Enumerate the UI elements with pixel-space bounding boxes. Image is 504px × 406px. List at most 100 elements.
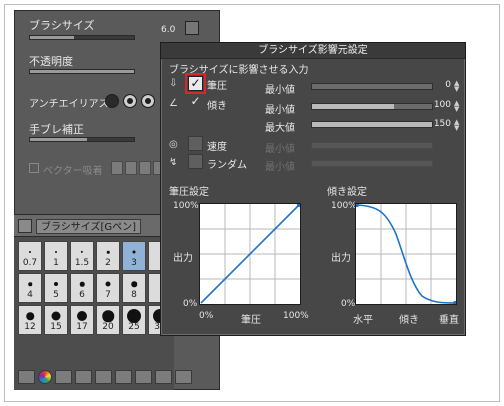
max-value[interactable]: 150 — [427, 119, 451, 129]
size-grid: 0.711.52345678121517202530 — [18, 241, 174, 335]
toolbar-button-7[interactable] — [155, 370, 172, 384]
snap-option-2[interactable] — [125, 161, 137, 175]
max-label: 最大値 — [265, 123, 295, 134]
palette-menu-icon[interactable] — [18, 219, 32, 233]
brush-size-value-label: 8 — [131, 290, 137, 300]
toolbar-button-1[interactable] — [18, 370, 35, 384]
pressure-icon: ⇩ — [169, 78, 178, 89]
min-label-2: 最小値 — [265, 105, 295, 116]
brush-size-value-label: 15 — [50, 322, 62, 332]
tilt-curve-graph[interactable] — [355, 203, 457, 305]
speed-label: 速度 — [207, 142, 227, 153]
brush-size-dot — [80, 250, 84, 254]
tilt-label: 傾き — [207, 101, 227, 112]
random-min-slider[interactable] — [311, 160, 433, 167]
brush-size-value-label: 20 — [102, 322, 114, 332]
brush-size-cell[interactable]: 12 — [18, 305, 42, 335]
tilt-curve-point-start — [356, 204, 359, 207]
min-value-2[interactable]: 100 — [427, 100, 451, 110]
tilt-graph-ylabel: 出力 — [331, 253, 351, 264]
brush-size-value-label: 3 — [131, 258, 137, 268]
random-checkbox[interactable] — [188, 154, 203, 169]
brush-size-cell[interactable]: 2 — [96, 241, 120, 271]
bottom-toolbar — [18, 370, 218, 386]
toolbar-button-5[interactable] — [115, 370, 132, 384]
opacity-slider[interactable] — [29, 69, 135, 74]
spinner-3[interactable]: ▲ ▼ — [454, 119, 459, 132]
brush-size-slider[interactable] — [29, 35, 135, 40]
brush-size-value-label: 2 — [105, 258, 111, 268]
toolbar-button-4[interactable] — [95, 370, 112, 384]
toolbar-button-6[interactable] — [135, 370, 152, 384]
brush-size-cell[interactable]: 5 — [44, 273, 68, 303]
brush-size-cell[interactable]: 1 — [44, 241, 68, 271]
brush-size-dot — [127, 309, 141, 323]
brush-size-cell[interactable]: 15 — [44, 305, 68, 335]
brush-size-dot — [26, 312, 34, 320]
brush-size-cell[interactable]: 25 — [122, 305, 146, 335]
toolbar-button-3[interactable] — [75, 370, 92, 384]
vector-snap-checkbox[interactable] — [29, 163, 39, 173]
pressure-graph-title: 筆圧設定 — [169, 187, 209, 198]
speed-checkbox[interactable] — [188, 136, 203, 151]
tilt-checkbox[interactable]: ✓ — [188, 95, 203, 110]
tilt-graph-xright: 垂直 — [439, 315, 459, 326]
pressure-curve-graph[interactable] — [199, 203, 301, 305]
dialog-title: ブラシサイズ影響元設定 — [161, 43, 465, 59]
brush-size-dot — [79, 281, 85, 287]
brush-size-dot — [55, 251, 57, 253]
snap-option-3[interactable] — [139, 161, 151, 175]
brush-size-cell[interactable]: 17 — [70, 305, 94, 335]
pressure-graph-xright: 100% — [283, 311, 309, 321]
tilt-graph-ytop: 100% — [331, 201, 357, 211]
brush-size-dot — [102, 310, 114, 322]
tilt-max-slider[interactable] — [311, 121, 433, 128]
tilt-graph-xmid: 傾き — [399, 315, 419, 326]
spinner-1[interactable]: ▲ ▼ — [454, 80, 459, 93]
palette-tab[interactable]: ブラシサイズ[Gペン] — [36, 219, 142, 234]
pressure-graph-ybottom: 0% — [183, 299, 198, 309]
pressure-graph-ylabel: 出力 — [173, 253, 193, 264]
brush-size-value-label: 6 — [79, 290, 85, 300]
color-wheel-icon[interactable] — [38, 370, 52, 384]
brush-size-dot — [54, 282, 58, 286]
min-value-1[interactable]: 0 — [427, 80, 451, 90]
brush-size-dynamics-icon[interactable] — [185, 21, 199, 35]
brush-size-dot — [106, 250, 110, 254]
brush-size-value-label: 17 — [76, 322, 88, 332]
brush-size-dot — [77, 311, 87, 321]
speed-min-slider[interactable] — [311, 142, 433, 149]
tilt-min-slider[interactable] — [311, 103, 433, 110]
toolbar-button-8[interactable] — [175, 370, 192, 384]
spinner-2[interactable]: ▲ ▼ — [454, 100, 459, 113]
brush-size-cell[interactable]: 8 — [122, 273, 146, 303]
brush-size-dynamics-dialog: ブラシサイズ影響元設定 ブラシサイズに影響させる入力 ⇩ ✓ 筆圧 最小値 0 … — [160, 42, 466, 336]
pressure-checkbox[interactable]: ✓ — [188, 76, 203, 91]
brush-size-cell[interactable]: 7 — [96, 273, 120, 303]
antialias-medium-toggle[interactable] — [141, 94, 155, 108]
brush-size-cell[interactable]: 4 — [18, 273, 42, 303]
brush-size-palette: ブラシサイズ[Gペン] 0.711.52345678121517202530 — [14, 214, 174, 390]
brush-size-cell[interactable]: 1.5 — [70, 241, 94, 271]
brush-size-value-label: 7 — [105, 290, 111, 300]
tilt-curve-svg — [356, 204, 456, 304]
snap-option-1[interactable] — [111, 161, 123, 175]
speed-min-label: 最小値 — [265, 144, 295, 155]
brush-size-value-label: 5 — [53, 290, 59, 300]
brush-size-cell[interactable]: 3 — [122, 241, 146, 271]
brush-size-cell[interactable]: 6 — [70, 273, 94, 303]
brush-size-cell[interactable]: 20 — [96, 305, 120, 335]
brush-size-dot — [28, 282, 32, 286]
stabilize-slider[interactable] — [29, 137, 135, 142]
antialias-toggle-group — [105, 94, 155, 108]
brush-size-value-label: 0.7 — [22, 258, 38, 268]
brush-size-cell[interactable]: 0.7 — [18, 241, 42, 271]
brush-size-value[interactable]: 6.0 — [161, 25, 175, 35]
stabilize-label: 手ブレ補正 — [29, 123, 84, 136]
vector-snap-label: ベクター吸着 — [43, 166, 103, 177]
brush-size-dot — [29, 251, 31, 253]
pressure-min-slider[interactable] — [311, 83, 433, 90]
antialias-weak-toggle[interactable] — [123, 94, 137, 108]
antialias-none-toggle[interactable] — [105, 94, 119, 108]
toolbar-button-2[interactable] — [55, 370, 72, 384]
